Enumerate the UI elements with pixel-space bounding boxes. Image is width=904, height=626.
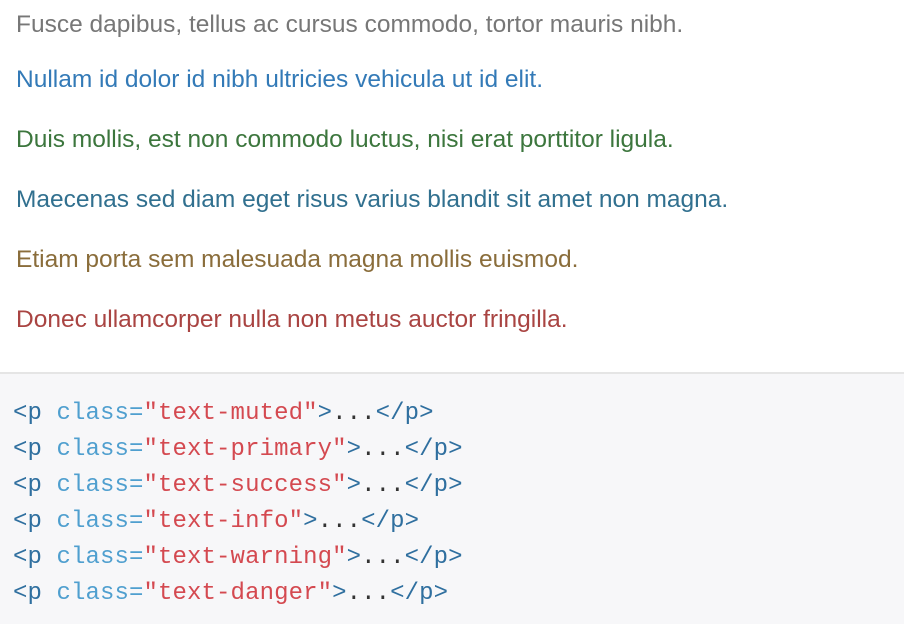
code-line-danger: <p class="text-danger">...</p> (13, 576, 904, 612)
text-warning-example: Etiam porta sem malesuada magna mollis e… (16, 246, 579, 273)
code-open-tag: <p (13, 580, 43, 607)
code-ellipsis: ... (317, 508, 362, 535)
code-close-bracket: > (346, 472, 362, 499)
code-close-bracket: > (303, 508, 318, 535)
code-close-tag: </p> (375, 400, 434, 427)
code-snippet: <p class="text-muted">...</p> <p class="… (0, 374, 904, 624)
code-close-bracket: > (346, 436, 362, 463)
code-open-tag: <p (13, 472, 43, 499)
code-class-value: "text-muted" (143, 400, 318, 427)
code-open-tag: <p (13, 544, 43, 571)
text-danger-example: Donec ullamcorper nulla non metus auctor… (16, 306, 568, 333)
code-ellipsis: ... (346, 580, 391, 607)
code-attr-name: class= (42, 508, 144, 535)
code-close-tag: </p> (404, 544, 463, 571)
text-info-example: Maecenas sed diam eget risus varius blan… (16, 186, 729, 213)
code-close-bracket: > (332, 580, 347, 607)
code-class-value: "text-info" (143, 508, 304, 535)
code-close-bracket: > (317, 400, 333, 427)
code-open-tag: <p (13, 400, 43, 427)
code-open-tag: <p (13, 436, 43, 463)
text-success-example: Duis mollis, est non commodo luctus, nis… (16, 126, 674, 153)
code-close-tag: </p> (404, 472, 463, 499)
example-panel: Fusce dapibus, tellus ac cursus commodo,… (0, 0, 904, 374)
code-ellipsis: ... (332, 400, 376, 427)
code-line-info: <p class="text-info">...</p> (13, 504, 904, 540)
code-line-warning: <p class="text-warning">...</p> (13, 540, 904, 576)
code-attr-name: class= (42, 580, 144, 607)
code-class-value: "text-danger" (143, 580, 333, 607)
code-line-muted: <p class="text-muted">...</p> (13, 396, 904, 432)
code-attr-name: class= (42, 436, 144, 463)
code-ellipsis: ... (361, 544, 405, 571)
text-muted-example: Fusce dapibus, tellus ac cursus commodo,… (16, 11, 684, 38)
code-line-success: <p class="text-success">...</p> (13, 468, 904, 504)
code-ellipsis: ... (361, 472, 405, 499)
code-close-tag: </p> (404, 436, 463, 463)
code-class-value: "text-warning" (143, 544, 347, 571)
code-close-bracket: > (346, 544, 362, 571)
code-close-tag: </p> (390, 580, 449, 607)
code-close-tag: </p> (361, 508, 420, 535)
code-open-tag: <p (13, 508, 43, 535)
code-class-value: "text-primary" (143, 436, 347, 463)
code-ellipsis: ... (361, 436, 405, 463)
code-line-primary: <p class="text-primary">...</p> (13, 432, 904, 468)
code-attr-name: class= (42, 472, 144, 499)
code-attr-name: class= (42, 400, 144, 427)
text-primary-example: Nullam id dolor id nibh ultricies vehicu… (16, 66, 544, 93)
code-class-value: "text-success" (143, 472, 347, 499)
code-attr-name: class= (42, 544, 144, 571)
